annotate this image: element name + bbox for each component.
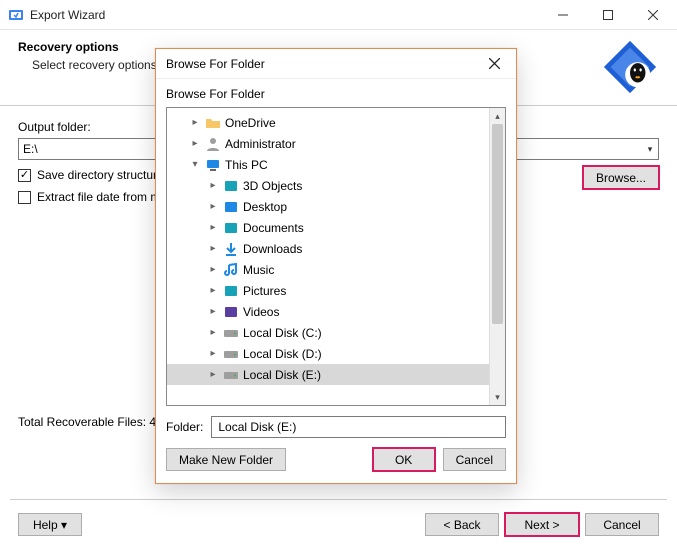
tree-item[interactable]: ▸ Pictures [167, 280, 489, 301]
docs-icon [223, 220, 239, 236]
tree-item[interactable]: ▸ Documents [167, 217, 489, 238]
expand-caret-icon[interactable]: ▸ [207, 222, 219, 233]
dialog-subtitle: Browse For Folder [156, 79, 516, 107]
tree-item-label: Videos [243, 305, 279, 319]
pc-icon [205, 157, 221, 173]
cancel-button[interactable]: Cancel [585, 513, 659, 536]
disk-icon [223, 367, 239, 383]
expand-caret-icon[interactable]: ▸ [207, 348, 219, 359]
expand-caret-icon[interactable]: ▸ [207, 180, 219, 191]
down-icon [223, 241, 239, 257]
help-button[interactable]: Help ▾ [18, 513, 82, 536]
tree-item-label: 3D Objects [243, 179, 302, 193]
expand-caret-icon[interactable]: ▸ [207, 369, 219, 380]
tree-item-label: Desktop [243, 200, 287, 214]
save-structure-label: Save directory structure [37, 168, 164, 182]
folder-tree[interactable]: ▸ OneDrive ▸ Administrator ▾ This PC ▸ 3D Objec… [167, 108, 489, 405]
tree-item[interactable]: ▸ Music [167, 259, 489, 280]
wizard-footer: Help ▾ < Back Next > Cancel [0, 513, 677, 536]
folder-label: Folder: [166, 420, 203, 434]
tree-item-label: Downloads [243, 242, 302, 256]
expand-caret-icon[interactable]: ▸ [207, 201, 219, 212]
make-new-folder-button[interactable]: Make New Folder [166, 448, 286, 471]
tree-item-label: Local Disk (C:) [243, 326, 322, 340]
dialog-cancel-button[interactable]: Cancel [443, 448, 506, 471]
ok-button[interactable]: OK [373, 448, 435, 471]
dialog-close-button[interactable] [476, 50, 512, 78]
expand-caret-icon[interactable]: ▸ [207, 243, 219, 254]
music-icon [223, 262, 239, 278]
disk-icon [223, 346, 239, 362]
browse-folder-dialog: Browse For Folder Browse For Folder ▸ One… [155, 48, 517, 484]
tree-item[interactable]: ▸ Downloads [167, 238, 489, 259]
folder-tree-wrap: ▸ OneDrive ▸ Administrator ▾ This PC ▸ 3D Objec… [166, 107, 506, 406]
tree-item[interactable]: ▸ Desktop [167, 196, 489, 217]
tree-item[interactable]: ▸ Local Disk (C:) [167, 322, 489, 343]
window-controls [540, 0, 675, 29]
folder-icon [205, 115, 221, 131]
extract-date-checkbox[interactable] [18, 191, 31, 204]
browse-button[interactable]: Browse... [583, 166, 659, 189]
app-icon [8, 7, 24, 23]
expand-caret-icon[interactable]: ▸ [189, 138, 201, 149]
tree-item-label: Music [243, 263, 274, 277]
app-logo [601, 38, 659, 96]
tree-item[interactable]: ▸ OneDrive [167, 112, 489, 133]
dialog-buttons: Make New Folder OK Cancel [156, 448, 516, 483]
tree-item-label: Administrator [225, 137, 296, 151]
back-button[interactable]: < Back [425, 513, 499, 536]
tree-item-label: Local Disk (E:) [243, 368, 321, 382]
tree-item[interactable]: ▸ Local Disk (E:) [167, 364, 489, 385]
chevron-down-icon[interactable]: ▾ [641, 138, 659, 160]
expand-caret-icon[interactable]: ▸ [207, 306, 219, 317]
disk-icon [223, 325, 239, 341]
expand-caret-icon[interactable]: ▾ [189, 159, 201, 170]
tree-item-label: Pictures [243, 284, 286, 298]
video-icon [223, 304, 239, 320]
browse-wrap: Browse... [583, 166, 659, 189]
expand-caret-icon[interactable]: ▸ [189, 117, 201, 128]
window-title: Export Wizard [30, 8, 540, 22]
maximize-button[interactable] [585, 0, 630, 29]
tree-item[interactable]: ▾ This PC [167, 154, 489, 175]
user-icon [205, 136, 221, 152]
pics-icon [223, 283, 239, 299]
total-recoverable-label: Total Recoverable Files: 41 [18, 415, 163, 429]
tree-item[interactable]: ▸ Administrator [167, 133, 489, 154]
dialog-title: Browse For Folder [166, 57, 476, 71]
scroll-thumb[interactable] [492, 124, 503, 324]
tree-item-label: Local Disk (D:) [243, 347, 322, 361]
scroll-down-icon[interactable]: ▾ [490, 389, 505, 405]
tree-item-label: Documents [243, 221, 304, 235]
tree-item-label: OneDrive [225, 116, 276, 130]
folder-row: Folder: Local Disk (E:) [156, 406, 516, 448]
close-button[interactable] [630, 0, 675, 29]
tree-item[interactable]: ▸ Videos [167, 301, 489, 322]
tree-scrollbar[interactable]: ▴ ▾ [489, 108, 505, 405]
titlebar: Export Wizard [0, 0, 677, 30]
tree-item-label: This PC [225, 158, 268, 172]
footer-separator [10, 499, 667, 500]
folder-input[interactable]: Local Disk (E:) [211, 416, 506, 438]
scroll-track[interactable] [490, 124, 505, 389]
tree-item[interactable]: ▸ 3D Objects [167, 175, 489, 196]
expand-caret-icon[interactable]: ▸ [207, 327, 219, 338]
scroll-up-icon[interactable]: ▴ [490, 108, 505, 124]
expand-caret-icon[interactable]: ▸ [207, 285, 219, 296]
minimize-button[interactable] [540, 0, 585, 29]
desk-icon [223, 199, 239, 215]
expand-caret-icon[interactable]: ▸ [207, 264, 219, 275]
tree-item[interactable]: ▸ Local Disk (D:) [167, 343, 489, 364]
dialog-titlebar: Browse For Folder [156, 49, 516, 79]
save-structure-checkbox[interactable] [18, 169, 31, 182]
next-button[interactable]: Next > [505, 513, 579, 536]
3d-icon [223, 178, 239, 194]
